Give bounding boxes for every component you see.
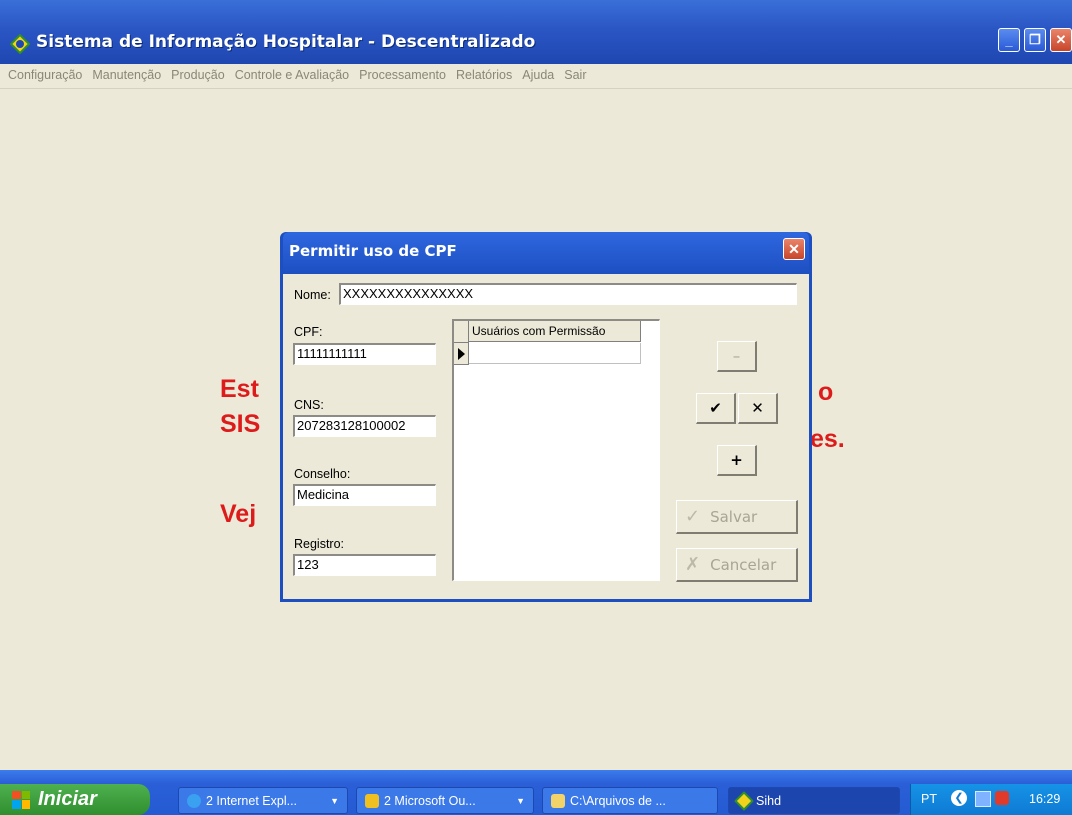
start-button[interactable]: Iniciar xyxy=(0,784,150,815)
dialog-title-bar[interactable]: Permitir uso de CPF ✕ xyxy=(283,232,809,274)
taskbar-folder-label: C:\Arquivos de ... xyxy=(570,793,666,808)
minimize-button[interactable]: _ xyxy=(998,28,1020,52)
close-window-button[interactable]: ✕ xyxy=(1050,28,1072,52)
taskbar-microsoft-outlook[interactable]: 2 Microsoft Ou... ▼ xyxy=(356,787,534,814)
menu-processamento[interactable]: Processamento xyxy=(354,64,451,86)
salvar-check-icon: ✓ xyxy=(685,506,701,527)
discard-button[interactable]: ✕ xyxy=(738,393,778,424)
cpf-label: CPF: xyxy=(294,325,323,339)
dialog-body: Nome: XXXXXXXXXXXXXXX CPF: 11111111111 C… xyxy=(283,274,809,599)
menu-producao[interactable]: Produção xyxy=(166,64,230,86)
taskbar-sihd[interactable]: Sihd xyxy=(728,787,900,814)
taskbar-group-arrow: ▼ xyxy=(516,795,525,806)
registro-label: Registro: xyxy=(294,537,345,551)
conselho-label: Conselho: xyxy=(294,467,351,481)
grid-corner xyxy=(454,321,469,343)
dialog-title: Permitir uso de CPF xyxy=(289,242,457,260)
remove-button[interactable]: – xyxy=(717,341,757,372)
dialog-close-button[interactable]: ✕ xyxy=(783,238,805,260)
outlook-icon xyxy=(365,793,379,808)
taskbar-group-arrow: ▼ xyxy=(330,795,339,806)
menu-ajuda[interactable]: Ajuda xyxy=(517,64,559,86)
taskbar-outlook-label: 2 Microsoft Ou... xyxy=(384,793,476,808)
menu-manutencao[interactable]: Manutenção xyxy=(87,64,166,86)
cancelar-button[interactable]: ✗ Cancelar xyxy=(676,548,798,582)
security-alert-icon[interactable] xyxy=(995,791,1009,805)
system-tray: PT ❮ 16:29 xyxy=(910,784,1072,815)
background-message-line1-end: o xyxy=(818,378,834,406)
registro-field[interactable]: 123 xyxy=(293,554,436,576)
folder-icon xyxy=(551,793,565,808)
menu-relatorios[interactable]: Relatórios xyxy=(451,64,517,86)
windows-logo-icon xyxy=(12,790,30,809)
taskbar-sihd-label: Sihd xyxy=(756,793,782,808)
confirm-button[interactable]: ✔ xyxy=(696,393,736,424)
nome-field[interactable]: XXXXXXXXXXXXXXX xyxy=(339,283,797,305)
background-message-line1: Est xyxy=(220,375,259,403)
background-message-line2-end: es. xyxy=(810,425,845,453)
taskbar: Iniciar 2 Internet Expl... ▼ 2 Microsoft… xyxy=(0,770,1072,815)
taskbar-internet-explorer[interactable]: 2 Internet Expl... ▼ xyxy=(178,787,348,814)
menu-controle-avaliacao[interactable]: Controle e Avaliação xyxy=(230,64,354,86)
language-indicator[interactable]: PT xyxy=(921,792,937,806)
tray-expand-icon[interactable]: ❮ xyxy=(951,790,967,806)
cns-field[interactable]: 207283128100002 xyxy=(293,415,436,437)
taskbar-folder[interactable]: C:\Arquivos de ... xyxy=(542,787,718,814)
start-label: Iniciar xyxy=(38,788,97,810)
conselho-field[interactable]: Medicina xyxy=(293,484,436,506)
menu-bar: Configuração Manutenção Produção Controle e… xyxy=(0,64,1072,89)
network-icon[interactable] xyxy=(975,791,991,807)
row-indicator-icon xyxy=(454,343,469,365)
clock[interactable]: 16:29 xyxy=(1029,792,1060,806)
menu-sair[interactable]: Sair xyxy=(559,64,591,86)
salvar-button[interactable]: ✓ Salvar xyxy=(676,500,798,534)
cns-label: CNS: xyxy=(294,398,324,412)
permitir-cpf-dialog: Permitir uso de CPF ✕ Nome: XXXXXXXXXXXX… xyxy=(280,232,812,602)
window-title: Sistema de Informação Hospitalar - Desce… xyxy=(36,32,536,52)
cancelar-x-icon: ✗ xyxy=(685,554,701,575)
internet-explorer-icon xyxy=(187,793,201,808)
cancelar-label: Cancelar xyxy=(710,555,777,574)
grid-cell[interactable] xyxy=(469,343,641,364)
background-message-line2: SIS xyxy=(220,410,261,438)
grid-column-header[interactable]: Usuários com Permissão xyxy=(469,321,641,342)
restore-button[interactable]: ❐ xyxy=(1024,28,1046,52)
sihd-icon xyxy=(734,790,754,811)
usuarios-permissao-grid[interactable]: Usuários com Permissão xyxy=(452,319,660,581)
salvar-label: Salvar xyxy=(710,507,758,526)
add-button[interactable]: + xyxy=(717,445,757,476)
window-title-bar[interactable]: Sistema de Informação Hospitalar - Desce… xyxy=(0,0,1072,64)
sihd-app-icon xyxy=(10,34,30,54)
menu-configuracao[interactable]: Configuração xyxy=(3,64,87,86)
nome-label: Nome: xyxy=(294,288,331,302)
cpf-field[interactable]: 11111111111 xyxy=(293,343,436,365)
taskbar-ie-label: 2 Internet Expl... xyxy=(206,793,298,808)
background-message-line3: Vej xyxy=(220,500,257,528)
